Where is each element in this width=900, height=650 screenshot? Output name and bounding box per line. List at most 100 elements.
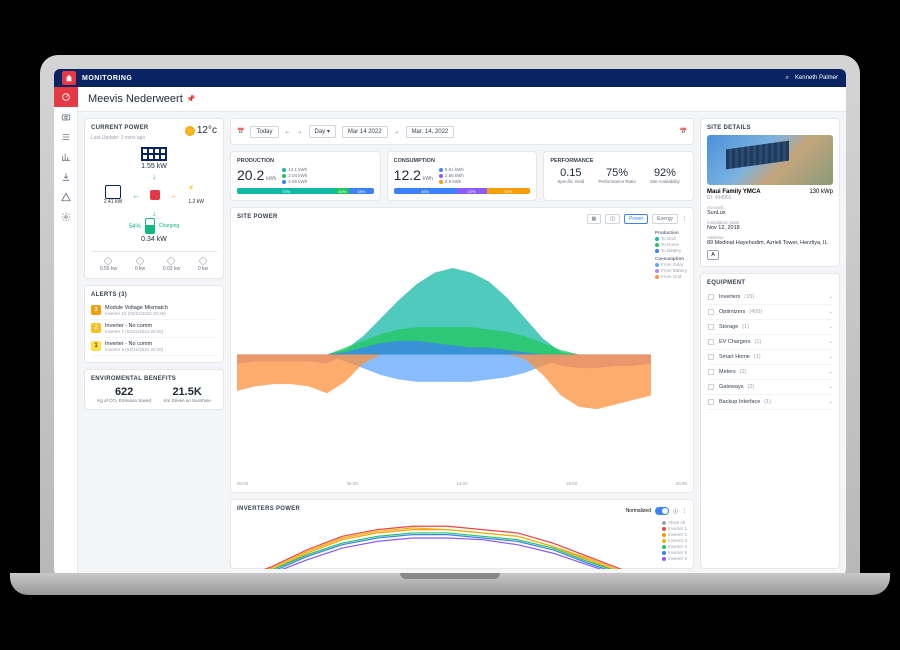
chevron-down-icon: ⌄ — [829, 399, 833, 405]
info-icon[interactable]: ⓘ — [673, 508, 678, 515]
perf-stat: 92%Site Availability — [650, 167, 680, 184]
today-button[interactable]: Today — [250, 126, 278, 138]
app-title: MONITORING — [82, 75, 132, 82]
nav-dashboard-icon[interactable] — [54, 87, 78, 107]
equipment-item[interactable]: Inverters (15)⌄ — [707, 290, 833, 305]
production-card: PRODUCTION 20.2kWh 14.1 kWh2.04 kWh4.06 … — [230, 151, 381, 201]
energy-tab[interactable]: Energy — [652, 214, 678, 224]
prev-button[interactable]: ← — [285, 129, 291, 135]
performance-card: PERFORMANCE 0.15Specific Yield75%Perform… — [543, 151, 694, 201]
env-stat: 21.5KKm Driven on Sunshine — [163, 386, 210, 403]
pin-icon[interactable]: 📌 — [187, 95, 196, 103]
consumption-value: 12.2 — [394, 167, 421, 183]
equipment-item[interactable]: Smart Home (1)⌄ — [707, 350, 833, 365]
calendar-icon[interactable]: 📅 — [680, 128, 687, 135]
legend-item[interactable]: Inverter 4 — [662, 544, 687, 549]
nav-list-icon[interactable] — [54, 127, 78, 147]
env-card: ENVIROMENTAL BENEFITS 622Kg of CO₂ Emiss… — [84, 369, 224, 410]
title-bar: Meevis Nederweert 📌 — [78, 87, 846, 112]
solar-panel-icon — [141, 147, 167, 161]
home-icon — [105, 185, 121, 199]
bar-segment: 10% — [335, 188, 349, 194]
legend-item[interactable]: Inverter 1 — [662, 526, 687, 531]
nav-download-icon[interactable] — [54, 167, 78, 187]
equipment-item[interactable]: EV Chargers (1)⌄ — [707, 335, 833, 350]
breakdown-item: 2.68 kWh — [439, 173, 464, 178]
mini-stat: 0.03 kw — [163, 256, 180, 272]
x-tick: 06:00 — [347, 481, 358, 486]
hub-icon — [150, 190, 160, 200]
alert-item[interactable]: 1Inverter - No commInverter 9 (02/21/202… — [91, 338, 217, 356]
site-peak: 130 kWp — [809, 189, 833, 195]
logo-icon — [62, 71, 76, 85]
chevron-down-icon: ⌄ — [829, 324, 833, 330]
x-tick: 00:00 — [237, 481, 248, 486]
sun-icon — [185, 126, 195, 136]
battery-icon — [145, 218, 155, 234]
arrow-right-icon: → — [394, 129, 400, 135]
legend-item[interactable]: Show All — [662, 520, 687, 525]
next-button[interactable]: → — [297, 129, 303, 135]
normalized-toggle[interactable] — [655, 507, 669, 515]
legend-item[interactable]: Inverter 5 — [662, 550, 687, 555]
normalized-label: Normalized — [626, 508, 651, 514]
x-tick: 12:00 — [456, 481, 467, 486]
consumption-title: CONSUMPTION — [394, 158, 531, 164]
legend-item[interactable]: To Grid — [655, 236, 687, 241]
equipment-item[interactable]: Backup Interface (1)⌄ — [707, 395, 833, 410]
user-name[interactable]: Kenneth Palmer — [795, 75, 838, 81]
inverters-card: INVERTERS POWER Normalized ⓘ ⋮ Show AllI… — [230, 499, 694, 569]
search-icon[interactable]: ⌕ — [786, 75, 789, 82]
consumption-card: CONSUMPTION 12.2kWh 5.61 kWh2.68 kWh3.9 … — [387, 151, 538, 201]
date-to[interactable]: Mar. 14, 2022 — [406, 126, 455, 138]
alerts-card: ALERTS (3) 3Module Voltage MismatchInver… — [84, 285, 224, 363]
grid-value: 1.2 kW — [188, 199, 204, 205]
arrow-left-icon: ← — [132, 191, 140, 200]
equipment-item[interactable]: Optimizers (495)⌄ — [707, 305, 833, 320]
nav-settings-icon[interactable] — [54, 207, 78, 227]
bar-segment: 32% — [487, 188, 531, 194]
date-from[interactable]: Mar 14 2022 — [342, 126, 388, 138]
equipment-item[interactable]: Storage (1)⌄ — [707, 320, 833, 335]
nav-camera-icon[interactable] — [54, 107, 78, 127]
legend-item[interactable]: To Battery — [655, 248, 687, 253]
legend-item[interactable]: Inverter 2 — [662, 532, 687, 537]
alert-item[interactable]: 3Module Voltage MismatchInverter 15 (02/… — [91, 302, 217, 320]
bar-segment: 46% — [394, 188, 457, 194]
legend-item[interactable]: To Home — [655, 242, 687, 247]
chart-view-icon[interactable]: ◫ — [605, 214, 620, 224]
nav-chart-icon[interactable] — [54, 147, 78, 167]
temperature: 12°c — [197, 125, 217, 136]
equipment-item[interactable]: Meters (2)⌄ — [707, 365, 833, 380]
install-date: Nov 12, 2018 — [707, 225, 833, 231]
equipment-card: EQUIPMENT Inverters (15)⌄Optimizers (495… — [700, 273, 840, 569]
mini-stat: 0 kw — [198, 256, 208, 272]
language-badge[interactable]: A — [707, 250, 719, 260]
more-icon[interactable]: ⋮ — [682, 216, 687, 222]
nav-alert-icon[interactable] — [54, 187, 78, 207]
legend-item[interactable]: From Solar — [655, 262, 687, 267]
perf-stat: 75%Performance Ratio — [598, 167, 636, 184]
arrow-down-icon: ↓ — [152, 209, 156, 218]
legend-item[interactable]: Inverter 6 — [662, 556, 687, 561]
legend-item[interactable]: Inverter 3 — [662, 538, 687, 543]
calendar-icon: 📅 — [237, 128, 244, 135]
production-title: PRODUCTION — [237, 158, 374, 164]
period-select[interactable]: Day ▾ — [309, 125, 336, 138]
chevron-down-icon: ⌄ — [829, 384, 833, 390]
chevron-down-icon: ⌄ — [829, 354, 833, 360]
alert-severity-badge: 1 — [91, 341, 101, 351]
power-tab[interactable]: Power — [624, 214, 648, 224]
battery-state: Charging — [159, 223, 179, 229]
performance-title: PERFORMANCE — [550, 158, 687, 164]
site-details-title: SITE DETAILS — [707, 125, 833, 131]
legend-item[interactable]: From Grid — [655, 274, 687, 279]
equipment-item[interactable]: Gateways (2)⌄ — [707, 380, 833, 395]
env-title: ENVIROMENTAL BENEFITS — [91, 376, 217, 382]
chart-view-icon[interactable]: ▦ — [587, 214, 602, 224]
legend-item[interactable]: From Battery — [655, 268, 687, 273]
solar-value: 1.55 kW — [141, 163, 167, 170]
alert-item[interactable]: 2Inverter - No commInverter 7 (02/21/202… — [91, 320, 217, 338]
battery-pct: 54% — [129, 224, 141, 230]
more-icon[interactable]: ⋮ — [682, 508, 687, 514]
